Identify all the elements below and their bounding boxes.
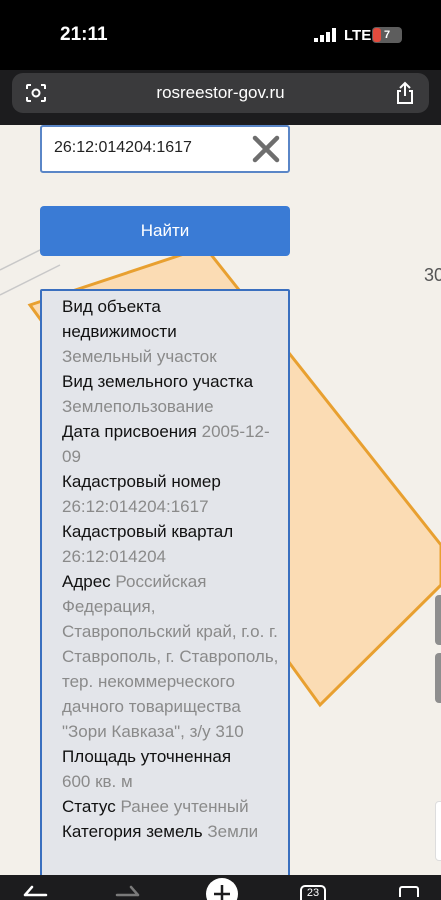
forward-icon[interactable] [115,883,141,900]
map-layer-control[interactable] [435,801,441,861]
browser-toolbar: 23 [0,875,441,900]
back-icon[interactable] [22,883,48,900]
battery-level: 7 [383,29,391,41]
menu-icon[interactable] [396,883,422,900]
browser-address-area: rosreestor-gov.ru [0,70,441,125]
find-button[interactable]: Найти [40,206,290,256]
info-row: Вид земельного участка Землепользование [62,372,254,416]
tab-count: 23 [306,887,320,899]
battery-icon: 7 [372,27,402,43]
new-tab-icon[interactable] [205,877,239,900]
info-row: Кадастровый квартал 26:12:014204 [62,522,234,566]
object-info-panel: Вид объекта недвижимости Земельный участо… [40,289,290,889]
cadastral-number-input[interactable] [54,139,244,157]
search-box [40,125,290,173]
info-row: Дата присвоения 2005-12-09 [62,422,270,466]
info-row: Статус Ранее учтенный [62,797,249,816]
map-zoom-in-control[interactable] [435,595,441,645]
map-zoom-out-control[interactable] [435,653,441,703]
info-row: Вид объекта недвижимости Земельный участо… [62,297,217,366]
url-text: rosreestor-gov.ru [156,83,285,102]
status-bar: 21:11 LTE 7 [0,0,441,70]
share-icon[interactable] [395,81,415,105]
clear-icon[interactable] [252,135,280,163]
tabs-icon[interactable]: 23 [300,885,326,900]
info-row: Площадь уточненная 600 кв. м [62,747,232,791]
address-bar[interactable]: rosreestor-gov.ru [12,73,429,113]
info-row: Кадастровый номер 26:12:014204:1617 [62,472,221,516]
map-partial-label: 30 [424,265,441,285]
network-type: LTE [344,27,372,44]
status-time: 21:11 [60,24,108,45]
info-row: Категория земель Земли [62,822,259,841]
signal-icon [314,28,336,42]
info-row: Адрес Российская Федерация, Ставропольск… [62,572,279,741]
